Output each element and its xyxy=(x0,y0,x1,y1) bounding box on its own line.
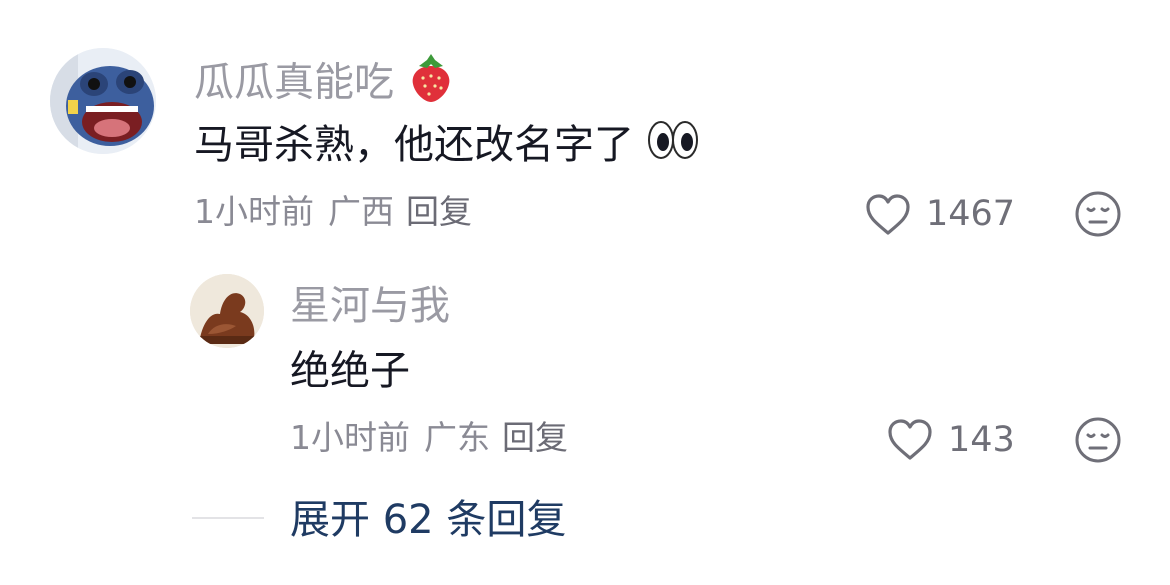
comment-username[interactable]: 星河与我 xyxy=(290,280,450,332)
strawberry-icon xyxy=(407,52,455,117)
comment-time: 1小时前 xyxy=(194,192,314,231)
comment-location: 广西 xyxy=(328,192,394,231)
divider xyxy=(192,517,264,519)
avatar[interactable] xyxy=(50,48,156,154)
like-count: 143 xyxy=(948,420,1015,460)
like-count: 1467 xyxy=(926,194,1016,234)
like-heart-icon[interactable] xyxy=(864,193,912,237)
comment-location: 广东 xyxy=(424,418,490,457)
dislike-face-icon[interactable] xyxy=(1074,416,1122,464)
comment-meta: 1小时前 广东 回复 xyxy=(290,416,568,460)
comment-text: 绝绝子 xyxy=(290,348,410,394)
comment-meta: 1小时前 广西 回复 xyxy=(194,190,472,234)
reply-button[interactable]: 回复 xyxy=(406,192,472,231)
like-heart-icon[interactable] xyxy=(886,418,934,462)
reply-button[interactable]: 回复 xyxy=(502,418,568,457)
avatar[interactable] xyxy=(190,274,264,348)
dislike-face-icon[interactable] xyxy=(1074,190,1122,238)
comment-time: 1小时前 xyxy=(290,418,410,457)
comment-text: 马哥杀熟，他还改名字了 xyxy=(194,118,699,176)
comment-username[interactable]: 瓜瓜真能吃 xyxy=(194,52,455,117)
expand-replies-button[interactable]: 展开 62 条回复 xyxy=(290,494,566,546)
eyes-icon xyxy=(647,118,699,176)
